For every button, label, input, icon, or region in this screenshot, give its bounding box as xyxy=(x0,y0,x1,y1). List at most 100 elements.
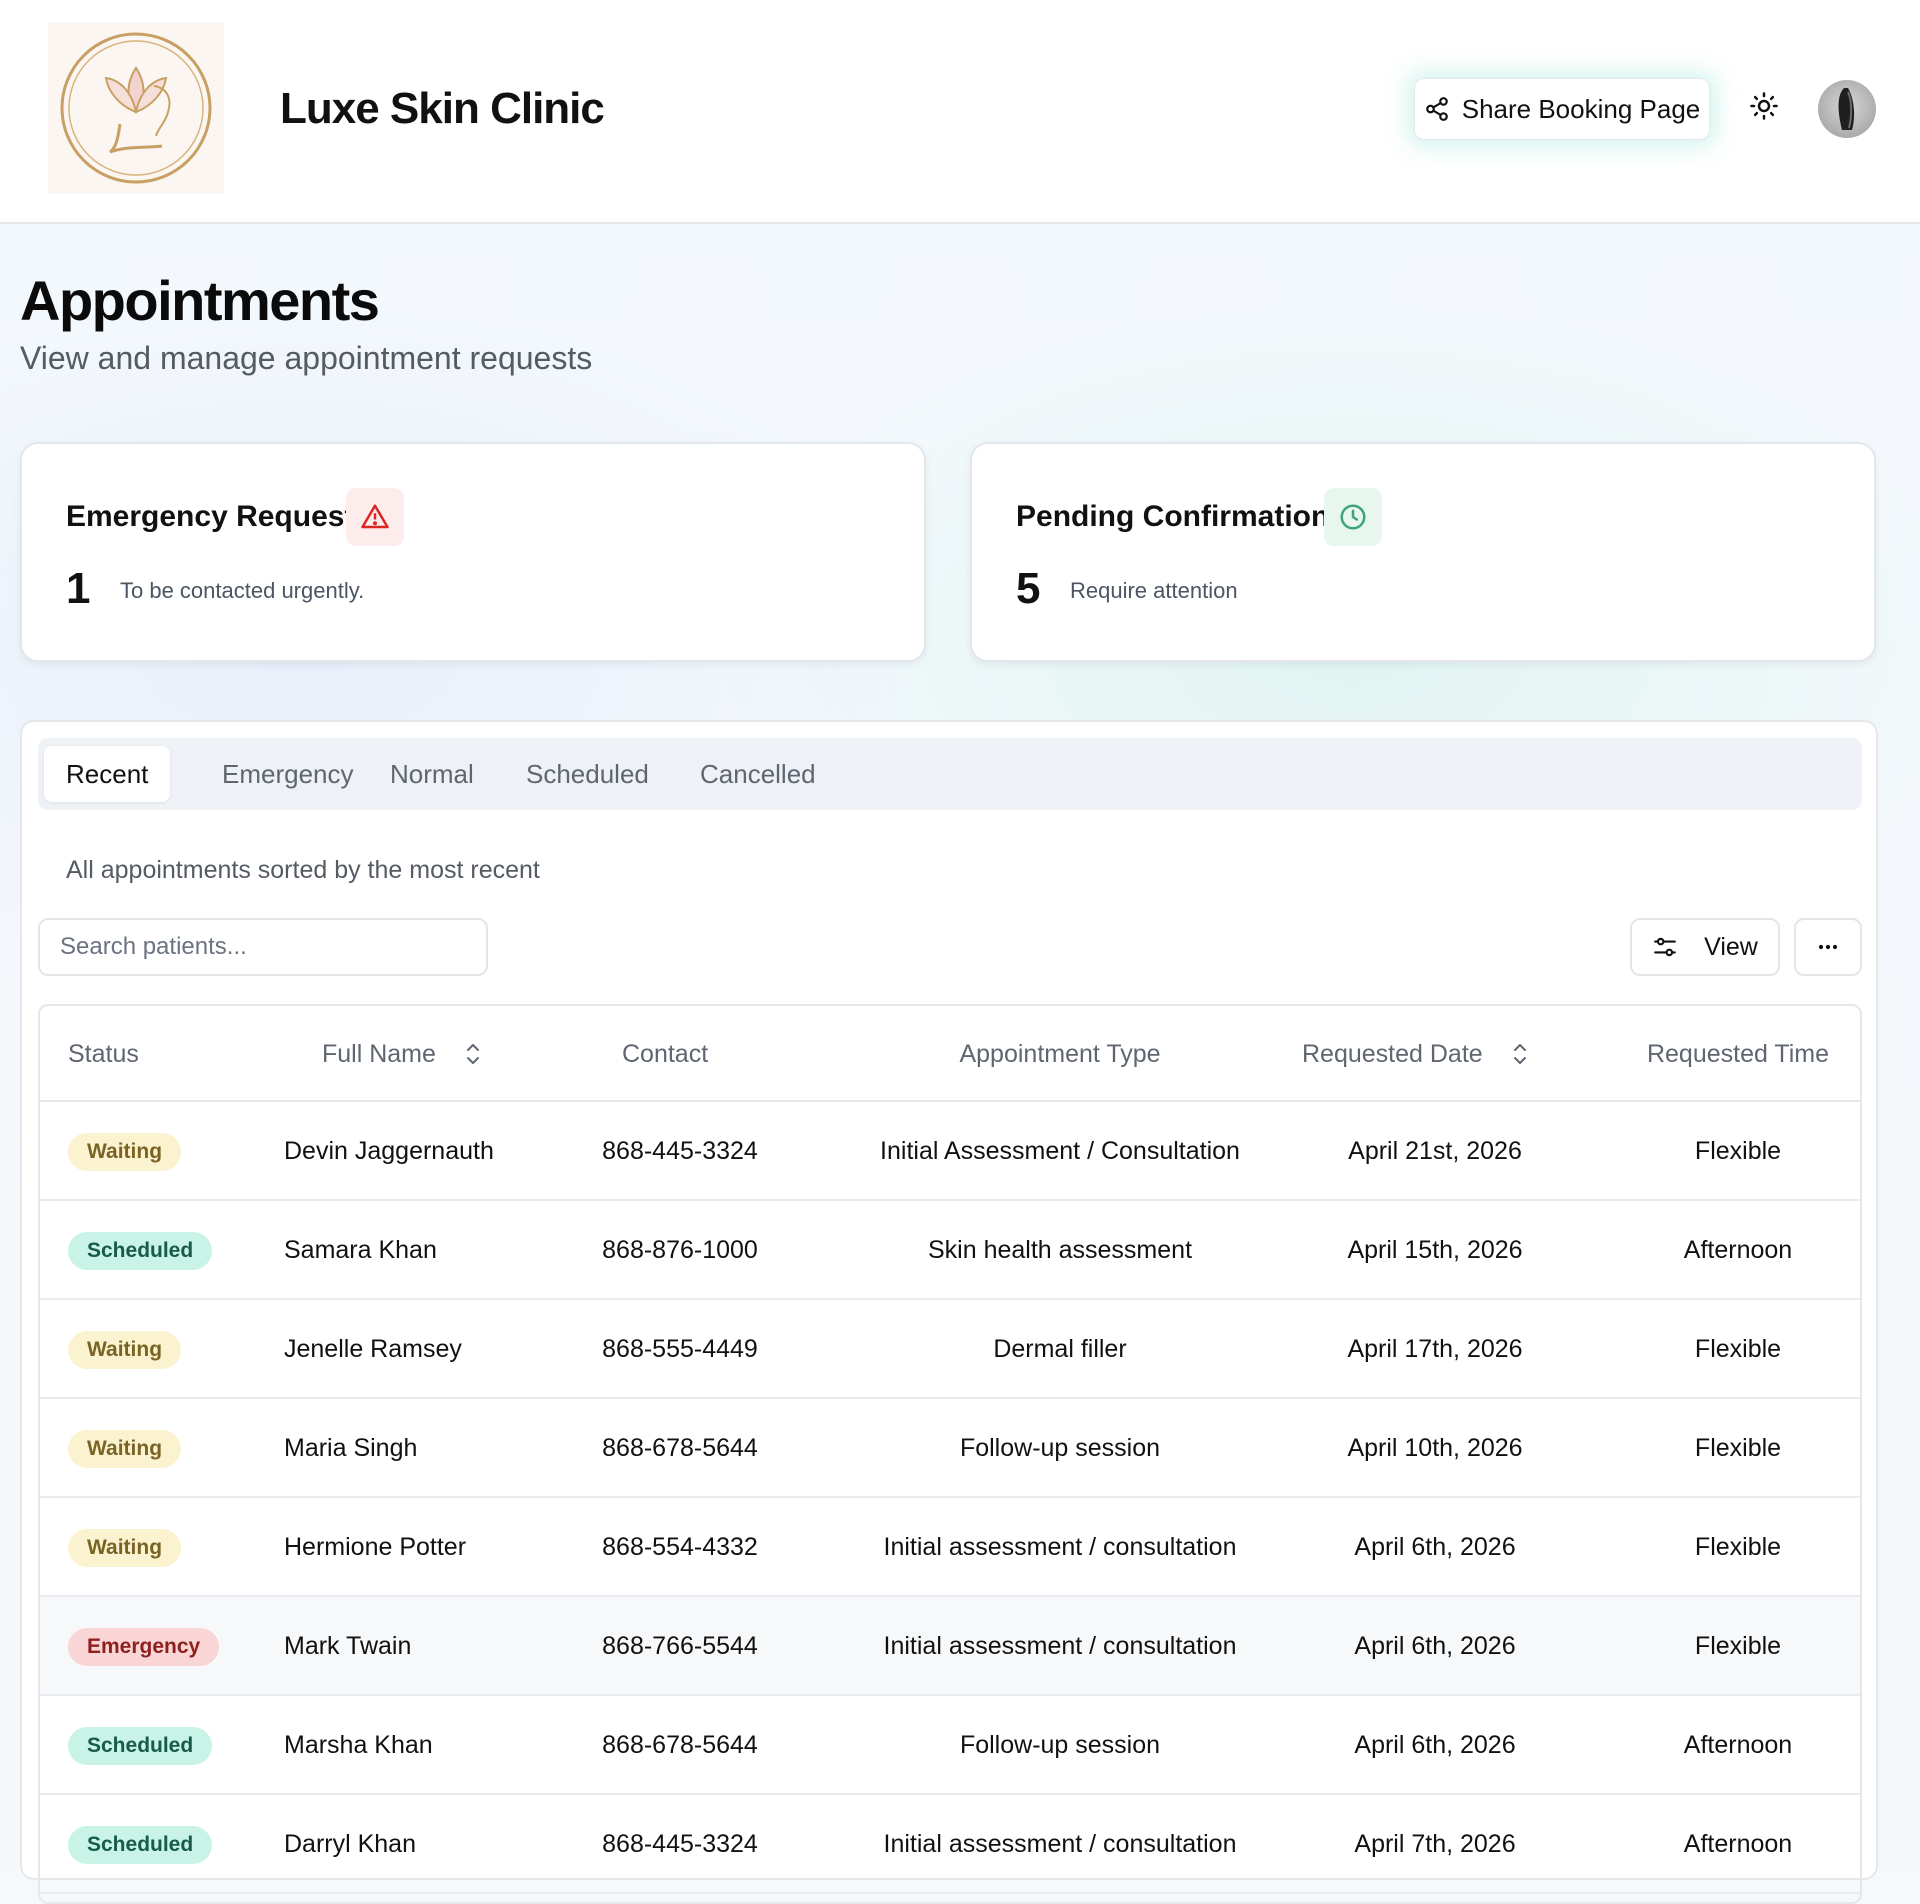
status-badge: Waiting xyxy=(68,1429,182,1468)
requested-time-cell: Afternoon xyxy=(1683,1830,1793,1858)
column-header-full-name[interactable]: Full Name xyxy=(322,1006,482,1102)
table-row[interactable]: Scheduled Samara Khan 868-876-1000 Skin hea… xyxy=(40,1201,1860,1300)
sort-icon xyxy=(466,1044,479,1064)
appointments-table: Status Full Name Contact Appointment Typ… xyxy=(38,1004,1862,1904)
card-title: Pending Confirmations xyxy=(1016,500,1346,533)
status-cell: Waiting xyxy=(68,1498,182,1597)
requested-time-cell: Afternoon xyxy=(1683,1236,1793,1264)
status-cell: Waiting xyxy=(68,1102,182,1201)
status-badge: Emergency xyxy=(68,1627,220,1666)
table-row[interactable]: Waiting Devin Jaggernauth 868-445-3324 Init… xyxy=(40,1102,1860,1201)
search-input[interactable] xyxy=(38,918,488,976)
tab-scheduled[interactable]: Scheduled xyxy=(504,746,671,802)
appointment-type-cell: Initial assessment / consultation xyxy=(883,1830,1237,1858)
appointment-type-cell: Follow-up session xyxy=(959,1731,1161,1759)
card-note: Require attention xyxy=(1070,578,1238,603)
column-label: Requested Date xyxy=(1302,1039,1483,1068)
table-row[interactable]: Waiting Maria Singh 868-678-5644 Follow-up … xyxy=(40,1399,1860,1498)
card-icon-wrap xyxy=(1324,488,1382,546)
appointment-type-cell: Initial Assessment / Consultation xyxy=(880,1137,1240,1165)
emergency-requests-card: Emergency Requests 1 To be contacted urg… xyxy=(20,442,926,662)
status-badge: Waiting xyxy=(68,1132,182,1171)
status-cell: Scheduled xyxy=(68,1795,213,1894)
requested-date-cell: April 7th, 2026 xyxy=(1354,1830,1516,1858)
ellipsis-icon xyxy=(1818,944,1838,950)
status-cell: Scheduled xyxy=(68,1696,213,1795)
requested-time-cell: Flexible xyxy=(1694,1533,1782,1561)
full-name-cell: Marsha Khan xyxy=(284,1731,433,1759)
clinic-logo[interactable] xyxy=(48,22,224,194)
tab-cancelled[interactable]: Cancelled xyxy=(678,746,838,802)
contact-cell: 868-445-3324 xyxy=(602,1830,758,1858)
column-header-status: Status xyxy=(68,1039,139,1068)
tab-emergency[interactable]: Emergency xyxy=(200,746,376,802)
contact-cell: 868-445-3324 xyxy=(602,1137,758,1165)
requested-date-cell: April 10th, 2026 xyxy=(1347,1434,1523,1462)
appointment-type-cell: Initial assessment / consultation xyxy=(883,1533,1237,1561)
full-name-cell: Hermione Potter xyxy=(284,1533,467,1561)
status-cell: Scheduled xyxy=(68,1201,213,1300)
share-booking-page-button[interactable]: Share Booking Page xyxy=(1414,78,1710,140)
clock-icon xyxy=(1340,504,1366,530)
top-header: Luxe Skin Clinic Share Booking Page xyxy=(0,0,1920,224)
card-count: 1 xyxy=(66,564,91,613)
sun-icon xyxy=(1750,92,1778,120)
full-name-cell: Jenelle Ramsey xyxy=(284,1335,462,1363)
more-options-button[interactable] xyxy=(1794,918,1862,976)
requested-time-cell: Flexible xyxy=(1694,1434,1782,1462)
share-button-label: Share Booking Page xyxy=(1461,93,1701,124)
column-label: Full Name xyxy=(322,1039,436,1068)
appointments-panel: Recent Emergency Normal Scheduled Cancel… xyxy=(20,720,1878,1904)
sliders-icon xyxy=(1654,937,1676,957)
status-cell: Emergency xyxy=(68,1597,220,1696)
panel-description: All appointments sorted by the most rece… xyxy=(66,856,540,884)
clinic-name: Luxe Skin Clinic xyxy=(280,84,605,133)
requested-date-cell: April 6th, 2026 xyxy=(1354,1533,1516,1561)
status-badge: Waiting xyxy=(68,1528,182,1567)
contact-cell: 868-678-5644 xyxy=(602,1434,758,1462)
user-avatar[interactable] xyxy=(1818,80,1876,138)
table-row[interactable]: Waiting Jenelle Ramsey 868-555-4449 Dermal … xyxy=(40,1300,1860,1399)
requested-date-cell: April 15th, 2026 xyxy=(1347,1236,1523,1264)
table-header: Status Full Name Contact Appointment Typ… xyxy=(40,1006,1860,1102)
contact-cell: 868-766-5544 xyxy=(602,1632,758,1660)
requested-time-cell: Flexible xyxy=(1694,1137,1782,1165)
table-row[interactable]: Scheduled Darryl Khan 868-445-3324 Initial … xyxy=(40,1795,1860,1894)
view-options-button[interactable]: View xyxy=(1630,918,1780,976)
full-name-cell: Samara Khan xyxy=(284,1236,437,1264)
contact-cell: 868-678-5644 xyxy=(602,1731,758,1759)
requested-time-cell: Afternoon xyxy=(1683,1731,1793,1759)
status-badge: Scheduled xyxy=(68,1825,213,1864)
full-name-cell: Devin Jaggernauth xyxy=(284,1137,494,1165)
table-row[interactable]: Emergency Mark Twain 868-766-5544 Initial a… xyxy=(40,1597,1860,1696)
page-subtitle: View and manage appointment requests xyxy=(20,340,593,376)
appointment-type-cell: Skin health assessment xyxy=(927,1236,1193,1264)
contact-cell: 868-876-1000 xyxy=(602,1236,758,1264)
card-icon-wrap xyxy=(346,488,404,546)
contact-cell: 868-555-4449 xyxy=(602,1335,758,1363)
full-name-cell: Darryl Khan xyxy=(284,1830,416,1858)
requested-time-cell: Flexible xyxy=(1694,1335,1782,1363)
lotus-logo-icon xyxy=(60,32,212,184)
table-row[interactable]: Scheduled Marsha Khan 868-678-5644 Follow-u… xyxy=(40,1696,1860,1795)
share-icon xyxy=(1425,97,1448,121)
column-header-requested-date[interactable]: Requested Date xyxy=(1302,1006,1529,1102)
requested-time-cell: Flexible xyxy=(1694,1632,1782,1660)
appointment-type-cell: Dermal filler xyxy=(993,1335,1127,1363)
page-title: Appointments xyxy=(20,269,380,332)
alert-triangle-icon xyxy=(361,504,389,529)
sort-icon xyxy=(1513,1044,1526,1064)
requested-date-cell: April 17th, 2026 xyxy=(1347,1335,1523,1363)
avatar-image xyxy=(1838,88,1855,130)
view-button-label: View xyxy=(1704,932,1758,961)
requested-date-cell: April 21st, 2026 xyxy=(1348,1137,1522,1165)
status-cell: Waiting xyxy=(68,1300,182,1399)
tab-recent[interactable]: Recent xyxy=(44,746,171,802)
tab-normal[interactable]: Normal xyxy=(368,746,496,802)
status-badge: Waiting xyxy=(68,1330,182,1369)
requested-date-cell: April 6th, 2026 xyxy=(1354,1632,1516,1660)
tab-bar: Recent Emergency Normal Scheduled Cancel… xyxy=(38,738,1862,810)
column-header-contact: Contact xyxy=(622,1039,709,1068)
theme-toggle-button[interactable] xyxy=(1746,88,1782,124)
table-row[interactable]: Waiting Hermione Potter 868-554-4332 Initia… xyxy=(40,1498,1860,1597)
